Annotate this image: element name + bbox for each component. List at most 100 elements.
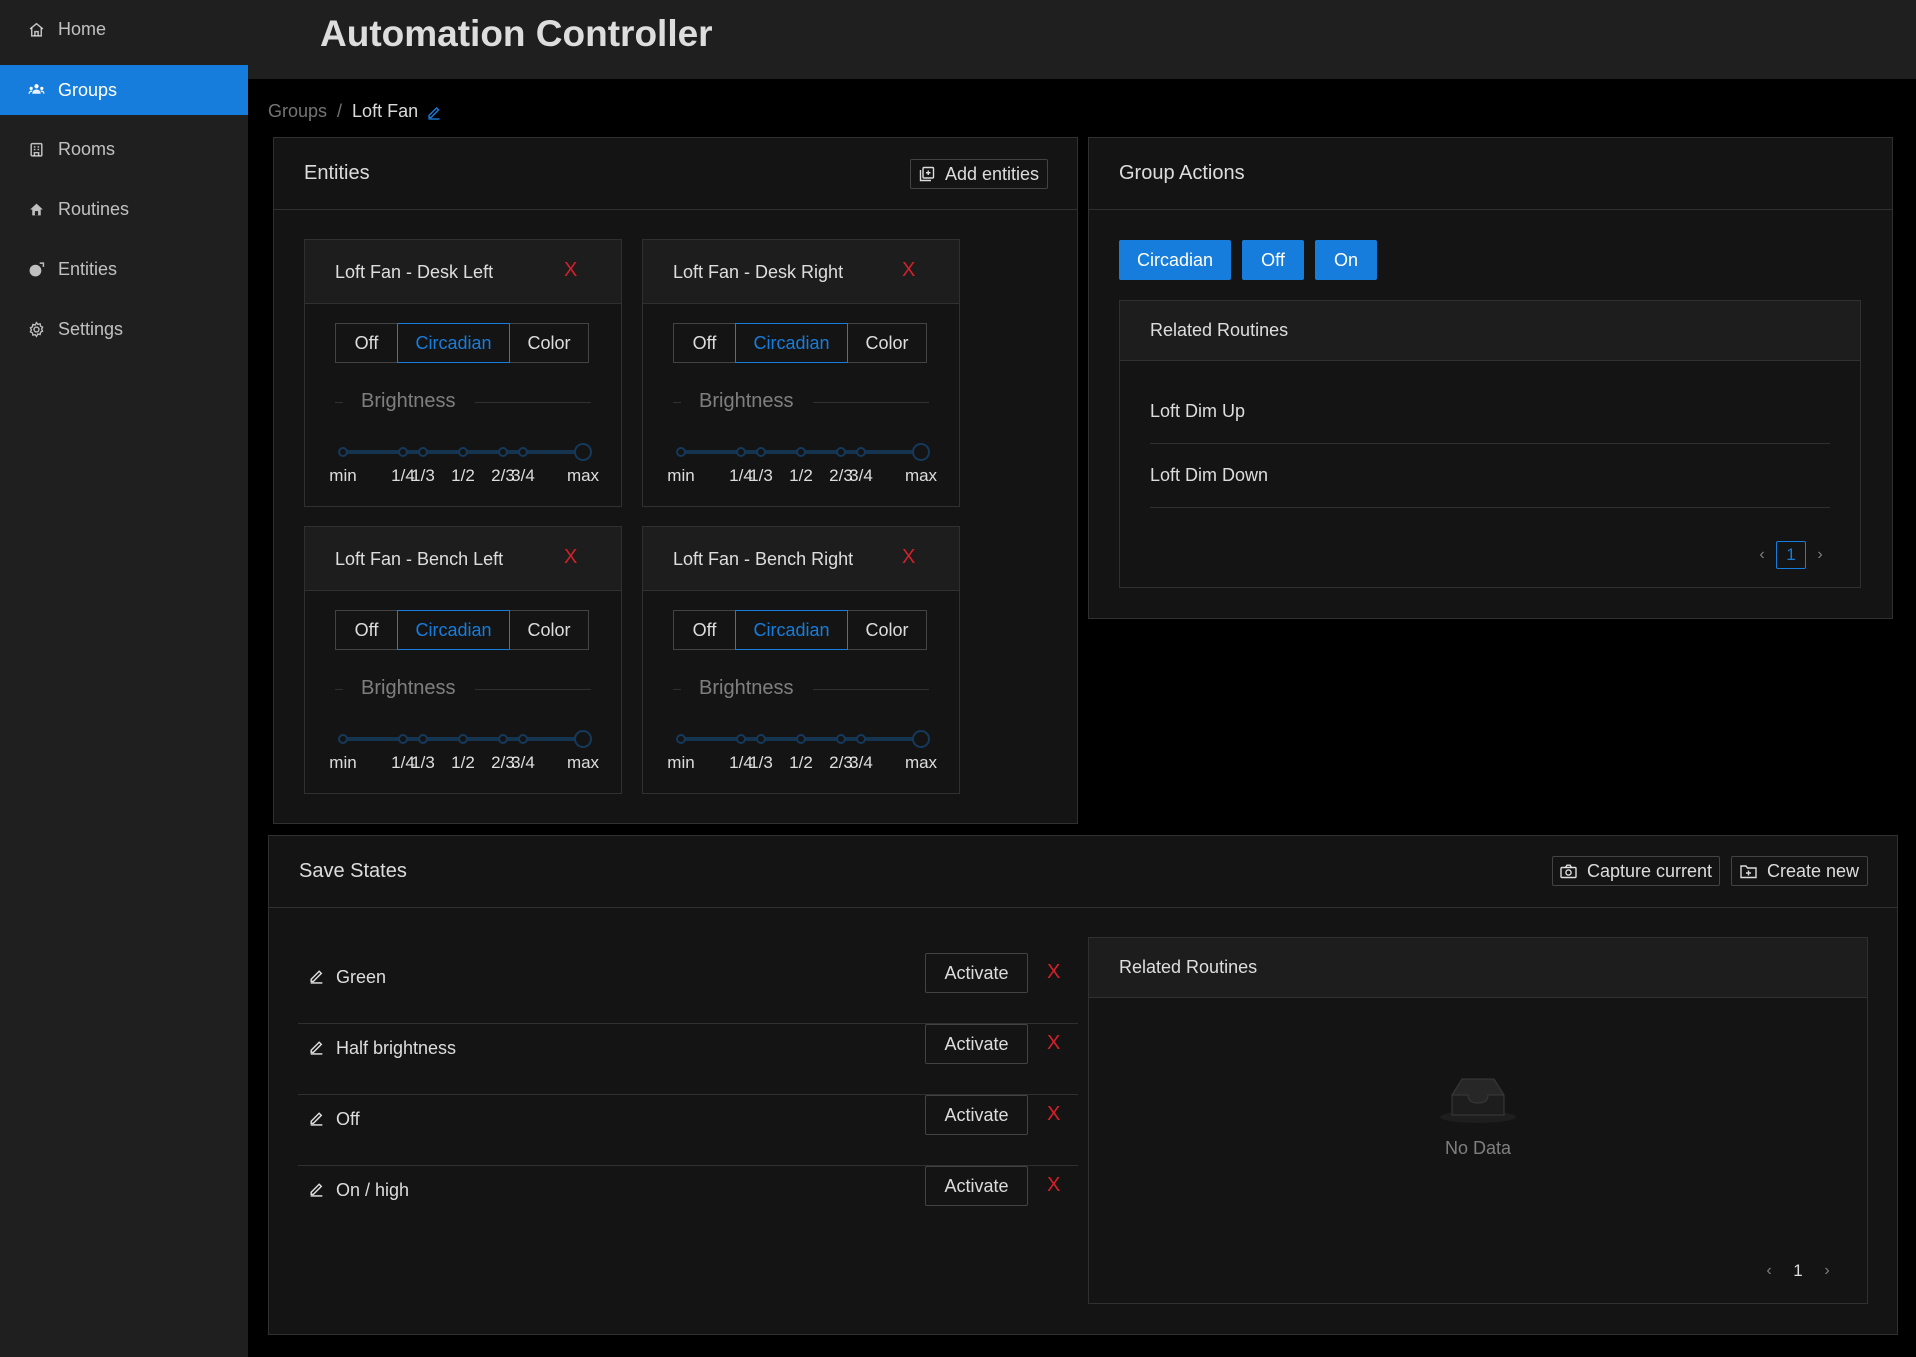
state-row: Green Activate X xyxy=(298,953,1078,1024)
activate-button[interactable]: Activate xyxy=(925,1166,1028,1206)
related-routines-title: Related Routines xyxy=(1150,320,1289,340)
inbox-empty-icon xyxy=(1438,1078,1518,1129)
mode-color[interactable]: Color xyxy=(847,323,927,363)
sidebar-item-rooms[interactable]: Rooms xyxy=(0,124,248,174)
app-title: Automation Controller xyxy=(320,13,713,54)
capture-current-button[interactable]: Capture current xyxy=(1552,856,1720,886)
slider-step xyxy=(518,447,528,457)
edit-icon[interactable] xyxy=(426,104,442,120)
mode-color[interactable]: Color xyxy=(847,610,927,650)
sidebar-item-routines[interactable]: Routines xyxy=(0,184,248,234)
entity-card: Loft Fan - Desk Right X Off Circadian Co… xyxy=(642,239,960,507)
slider-handle[interactable] xyxy=(574,443,592,461)
entity-card: Loft Fan - Bench Right X Off Circadian C… xyxy=(642,526,960,794)
add-entities-button[interactable]: Add entities xyxy=(910,159,1048,189)
remove-entity-button[interactable]: X xyxy=(564,546,577,569)
edit-icon[interactable] xyxy=(308,1109,325,1126)
mode-circadian[interactable]: Circadian xyxy=(397,610,510,650)
slider-step xyxy=(338,447,348,457)
activate-button[interactable]: Activate xyxy=(925,1095,1028,1135)
prev-page-icon[interactable]: ‹ xyxy=(1759,1262,1779,1280)
page-number[interactable]: 1 xyxy=(1776,541,1806,569)
entity-name: Loft Fan - Bench Right xyxy=(673,549,854,569)
edit-icon[interactable] xyxy=(308,1038,325,1055)
delete-state-button[interactable]: X xyxy=(1047,961,1060,984)
slider-step xyxy=(458,447,468,457)
slider-mark: max xyxy=(904,753,938,772)
activate-button[interactable]: Activate xyxy=(925,953,1028,993)
slider-handle[interactable] xyxy=(574,730,592,748)
slider-handle[interactable] xyxy=(912,730,930,748)
brightness-slider[interactable] xyxy=(338,442,592,462)
save-states-title: Save States xyxy=(299,860,407,882)
slider-mark: 1/3 xyxy=(749,466,773,485)
routines-icon xyxy=(28,201,45,218)
delete-state-button[interactable]: X xyxy=(1047,1174,1060,1197)
mode-circadian[interactable]: Circadian xyxy=(735,323,848,363)
brightness-slider[interactable] xyxy=(338,729,592,749)
group-off-button[interactable]: Off xyxy=(1242,240,1304,280)
mode-circadian[interactable]: Circadian xyxy=(397,323,510,363)
sidebar-item-entities[interactable]: Entities xyxy=(0,244,248,294)
slider-mark: 1/3 xyxy=(411,753,435,772)
remove-entity-button[interactable]: X xyxy=(902,546,915,569)
delete-state-button[interactable]: X xyxy=(1047,1103,1060,1126)
slider-handle[interactable] xyxy=(912,443,930,461)
state-row: On / high Activate X xyxy=(298,1166,1078,1237)
routine-name: Loft Dim Up xyxy=(1150,401,1246,421)
entity-card-header: Loft Fan - Bench Right X xyxy=(643,527,959,591)
rooms-icon xyxy=(28,141,45,158)
brightness-slider[interactable] xyxy=(676,442,930,462)
mode-off[interactable]: Off xyxy=(335,610,398,650)
related-routines-panel: Related Routines Loft Dim Up Loft Dim Do… xyxy=(1119,300,1861,588)
slider-step xyxy=(518,734,528,744)
mode-off[interactable]: Off xyxy=(673,610,736,650)
list-item[interactable]: Loft Dim Up xyxy=(1150,380,1830,444)
slider-mark: min xyxy=(329,466,357,485)
remove-entity-button[interactable]: X xyxy=(902,259,915,282)
activate-button[interactable]: Activate xyxy=(925,1024,1028,1064)
entities-icon xyxy=(28,261,45,278)
breadcrumb-current: Loft Fan xyxy=(352,101,419,121)
sidebar-item-groups[interactable]: Groups xyxy=(0,65,248,115)
mode-selector: Off Circadian Color xyxy=(335,610,589,650)
mode-off[interactable]: Off xyxy=(673,323,736,363)
prev-page-icon[interactable]: ‹ xyxy=(1752,546,1772,564)
mode-off[interactable]: Off xyxy=(335,323,398,363)
slider-step xyxy=(676,447,686,457)
slider-mark: min xyxy=(329,753,357,772)
list-item[interactable]: Loft Dim Down xyxy=(1150,444,1830,508)
group-actions-title: Group Actions xyxy=(1119,162,1245,184)
state-related-routines-panel: Related Routines No Data ‹ 1 › xyxy=(1088,937,1868,1304)
group-on-button[interactable]: On xyxy=(1315,240,1377,280)
brightness-divider: Brightness xyxy=(673,677,929,699)
delete-state-button[interactable]: X xyxy=(1047,1032,1060,1055)
pagination: ‹ 1 › xyxy=(1752,541,1830,569)
mode-color[interactable]: Color xyxy=(509,323,589,363)
top-bar: Automation Controller xyxy=(248,0,1916,79)
state-name: Half brightness xyxy=(336,1038,457,1058)
mode-circadian[interactable]: Circadian xyxy=(735,610,848,650)
edit-icon[interactable] xyxy=(308,967,325,984)
remove-entity-button[interactable]: X xyxy=(564,259,577,282)
next-page-icon[interactable]: › xyxy=(1810,546,1830,564)
create-new-button[interactable]: Create new xyxy=(1731,856,1868,886)
group-actions-card: Group Actions Circadian Off On Related R… xyxy=(1088,137,1893,619)
next-page-icon[interactable]: › xyxy=(1817,1262,1837,1280)
entity-card: Loft Fan - Bench Left X Off Circadian Co… xyxy=(304,526,622,794)
group-circadian-button[interactable]: Circadian xyxy=(1119,240,1231,280)
sidebar-item-label: Routines xyxy=(58,198,130,219)
edit-icon[interactable] xyxy=(308,1180,325,1197)
slider-step xyxy=(856,447,866,457)
slider-mark: 1/2 xyxy=(789,753,813,772)
page-number[interactable]: 1 xyxy=(1783,1257,1813,1285)
mode-color[interactable]: Color xyxy=(509,610,589,650)
brightness-divider: Brightness xyxy=(335,677,591,699)
entity-card-header: Loft Fan - Desk Left X xyxy=(305,240,621,304)
sidebar-item-settings[interactable]: Settings xyxy=(0,304,248,354)
mode-selector: Off Circadian Color xyxy=(335,323,589,363)
entity-name: Loft Fan - Desk Left xyxy=(335,262,494,282)
sidebar-item-home[interactable]: Home xyxy=(0,4,248,54)
breadcrumb-groups-link[interactable]: Groups xyxy=(268,101,327,122)
brightness-slider[interactable] xyxy=(676,729,930,749)
